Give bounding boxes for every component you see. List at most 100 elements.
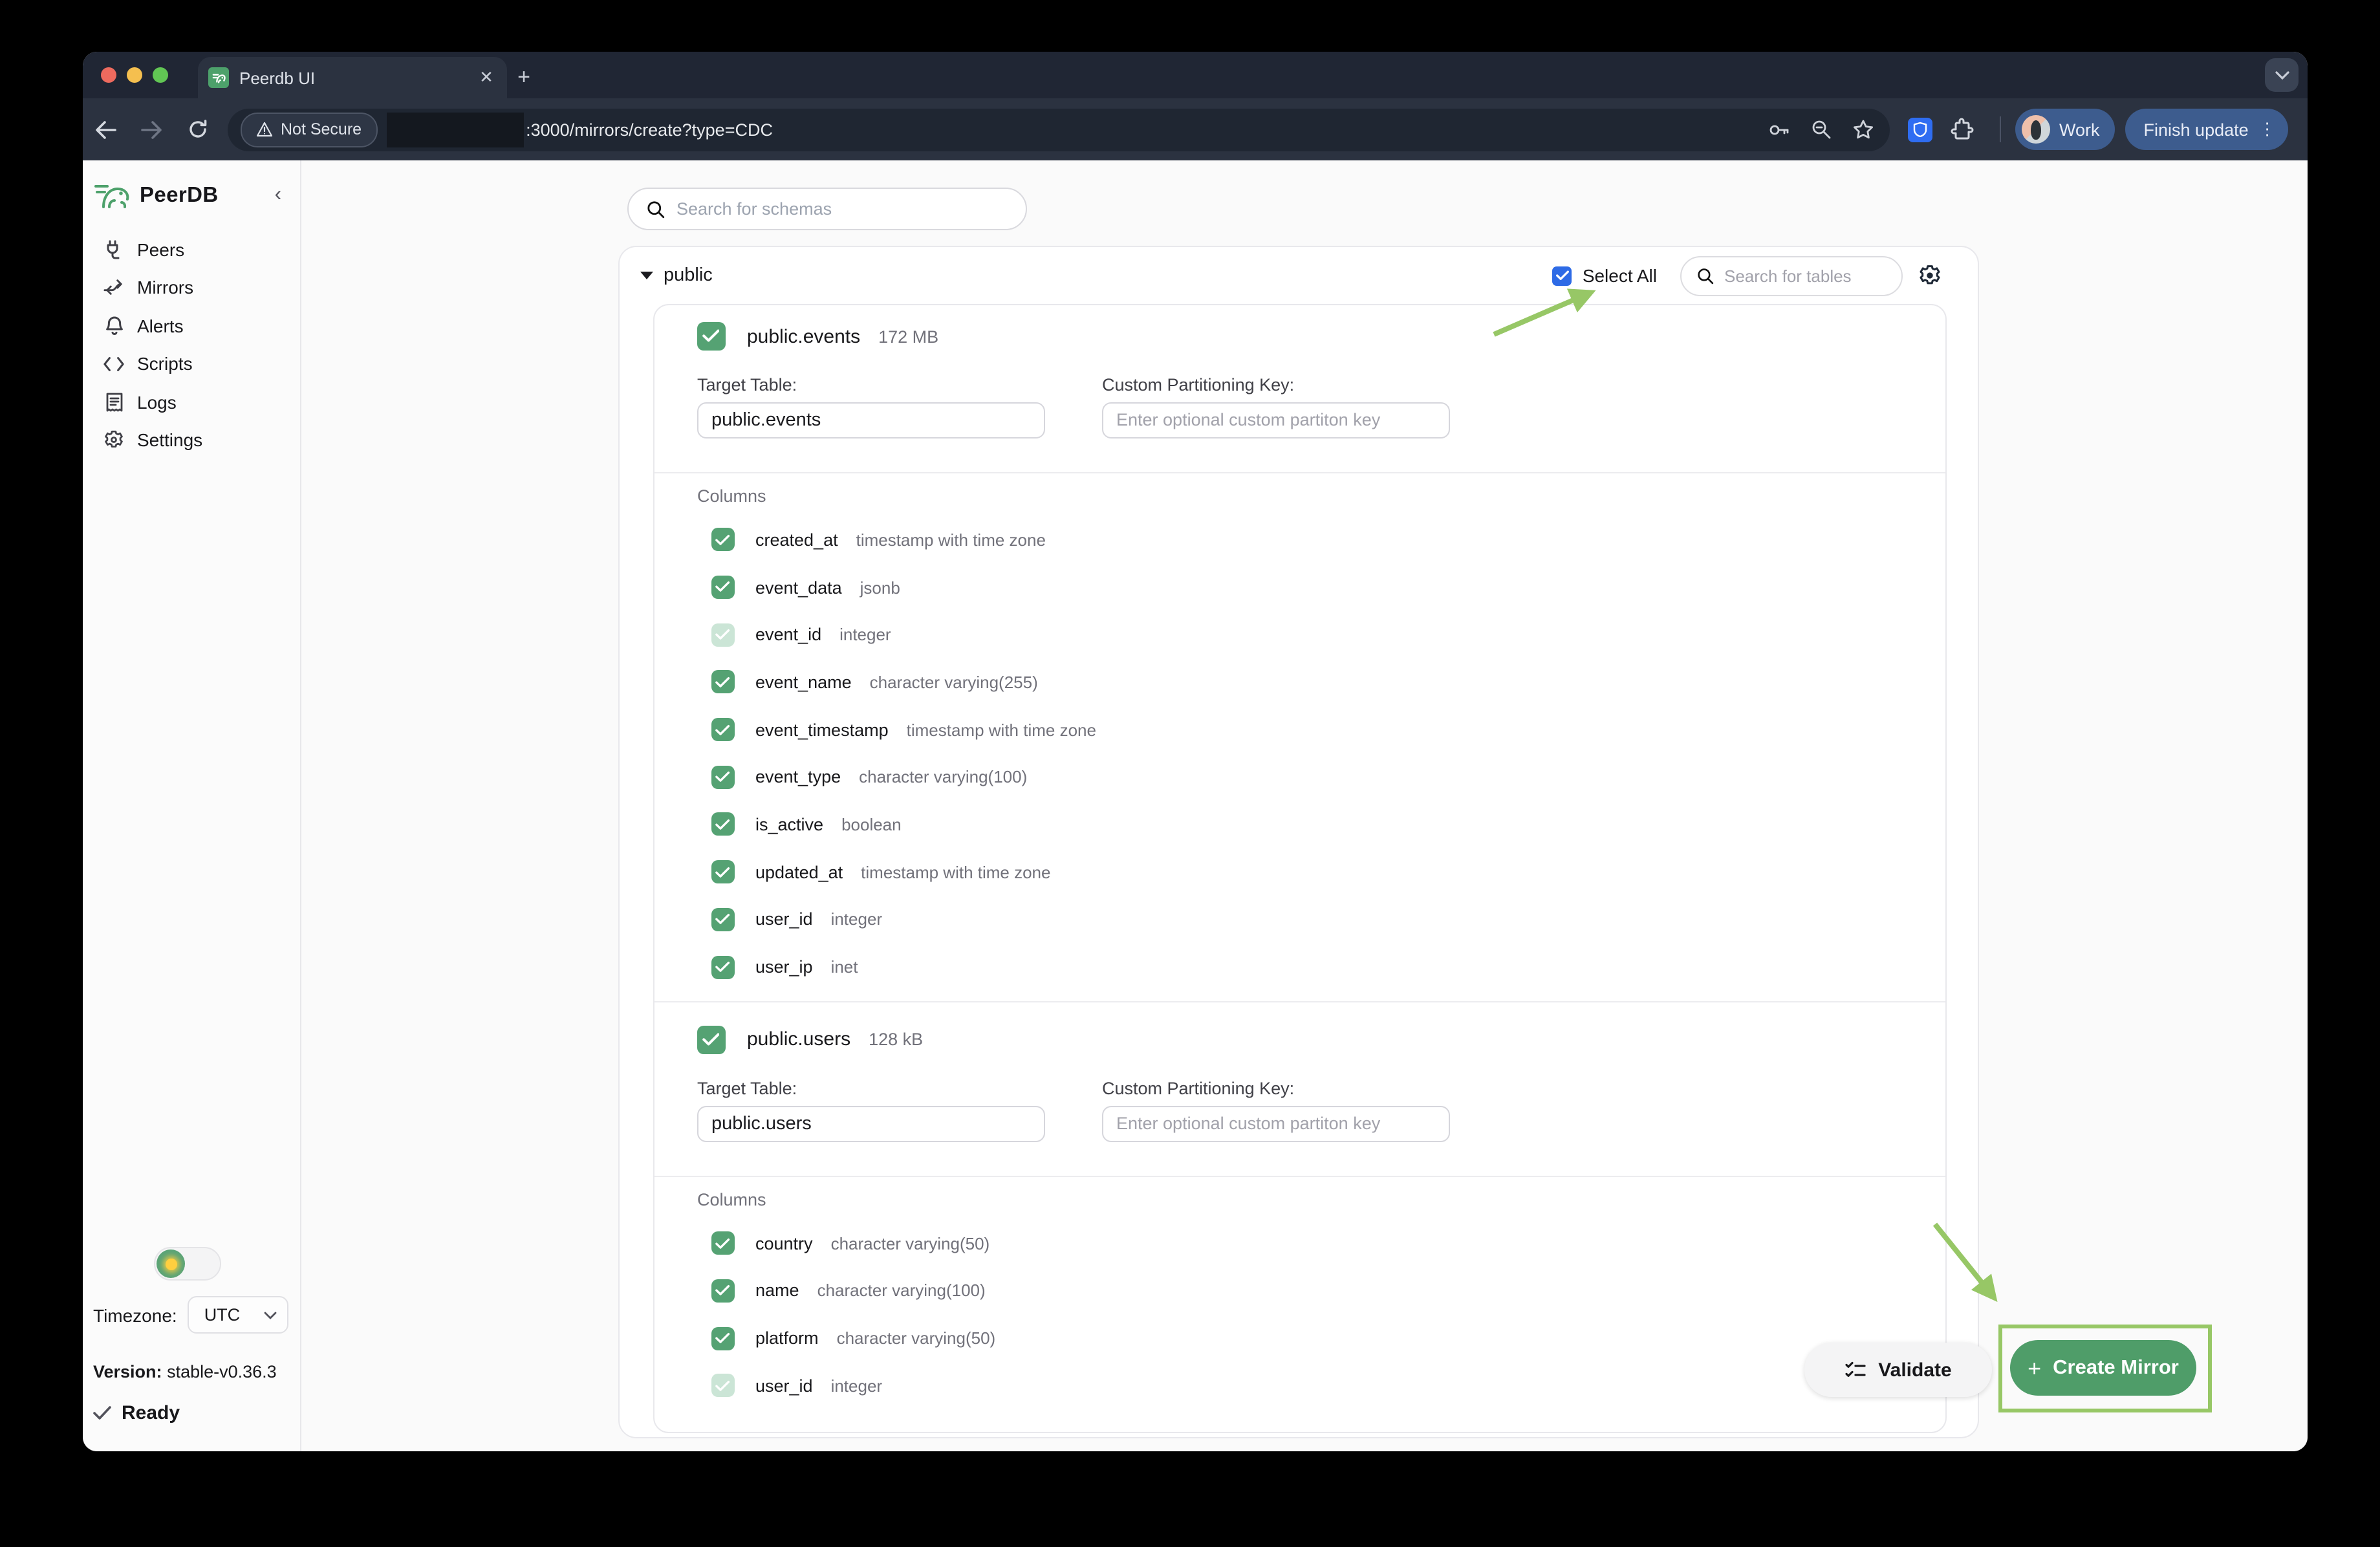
finish-update-label: Finish update	[2144, 120, 2249, 139]
column-row: event_idinteger	[654, 611, 1945, 658]
main-content: Search for schemas public Select All	[301, 160, 2308, 1451]
target-table-input[interactable]	[697, 1106, 1045, 1142]
table-fields-row: Target Table: Custom Partitioning Key:	[654, 375, 1945, 438]
schema-search-input[interactable]: Search for schemas	[627, 188, 1027, 230]
sidebar-item-mirrors[interactable]: Mirrors	[83, 268, 300, 307]
sidebar-item-settings[interactable]: Settings	[83, 421, 300, 459]
password-key-icon[interactable]	[1768, 118, 1790, 140]
column-checkbox[interactable]	[711, 1231, 735, 1255]
sidebar-item-peers[interactable]: Peers	[83, 230, 300, 268]
column-checkbox[interactable]	[711, 955, 735, 979]
column-type: character varying(100)	[859, 768, 1027, 787]
sun-icon	[165, 1258, 177, 1270]
sidebar-item-logs[interactable]: Logs	[83, 383, 300, 421]
reload-button[interactable]	[178, 110, 217, 149]
forward-button[interactable]	[132, 110, 171, 149]
target-table-input[interactable]	[697, 402, 1045, 438]
section-divider	[654, 1001, 1945, 1002]
tab-title: Peerdb UI	[239, 68, 466, 87]
zoom-window-button[interactable]	[153, 67, 168, 83]
browser-menu-kebab-icon[interactable]: ⋮	[2259, 123, 2276, 136]
fields-columns-divider	[654, 472, 1945, 473]
column-checkbox[interactable]	[711, 528, 735, 552]
new-tab-button[interactable]: +	[510, 63, 538, 92]
url-text: :3000/mirrors/create?type=CDC	[526, 120, 1768, 139]
column-row: is_activeboolean	[654, 801, 1945, 848]
partition-key-input[interactable]	[1102, 402, 1450, 438]
table-settings-gear-icon[interactable]	[1918, 264, 1942, 287]
bitwarden-extension-icon[interactable]	[1908, 117, 1932, 142]
table-name: public.users	[747, 1029, 850, 1051]
column-name: event_name	[755, 673, 852, 692]
column-row: event_timestamptimestamp with time zone	[654, 706, 1945, 753]
column-type: inet	[831, 957, 858, 977]
sidebar-item-scripts[interactable]: Scripts	[83, 345, 300, 383]
table-search-placeholder: Search for tables	[1724, 266, 1852, 285]
table-checkbox[interactable]	[697, 1026, 725, 1054]
column-type: integer	[839, 625, 891, 644]
partition-key-input[interactable]	[1102, 1106, 1450, 1142]
column-row: platformcharacter varying(50)	[654, 1315, 1945, 1362]
address-bar[interactable]: Not Secure :3000/mirrors/create?type=CDC	[228, 108, 1890, 151]
columns-list: created_attimestamp with time zone event_…	[654, 516, 1945, 991]
code-icon	[103, 354, 124, 374]
bookmark-star-icon[interactable]	[1852, 118, 1874, 140]
column-checkbox[interactable]	[711, 718, 735, 741]
timezone-label: Timezone:	[93, 1304, 177, 1325]
caret-down-icon[interactable]	[640, 272, 653, 279]
column-type: timestamp with time zone	[861, 862, 1050, 882]
browser-tab[interactable]: Peerdb UI ✕	[198, 57, 507, 98]
browser-tab-strip: Peerdb UI ✕ +	[83, 52, 2308, 98]
column-checkbox[interactable]	[711, 1279, 735, 1303]
sidebar-collapse-button[interactable]: ‹	[266, 184, 290, 207]
column-checkbox[interactable]	[711, 908, 735, 931]
column-checkbox[interactable]	[711, 860, 735, 883]
timezone-select[interactable]: UTC	[188, 1296, 288, 1334]
select-all-label: Select All	[1583, 265, 1657, 286]
table-row-header: public.events172 MB	[654, 313, 1945, 360]
sidebar-item-label: Settings	[137, 430, 202, 451]
back-button[interactable]	[85, 110, 124, 149]
column-name: is_active	[755, 815, 823, 834]
column-type: character varying(50)	[837, 1328, 996, 1348]
column-checkbox[interactable]	[711, 623, 735, 646]
table-checkbox[interactable]	[697, 323, 725, 351]
finish-update-button[interactable]: Finish update ⋮	[2126, 109, 2289, 150]
screenshot-stage: Peerdb UI ✕ +	[0, 0, 2380, 1547]
plug-icon	[103, 239, 124, 260]
column-row: created_attimestamp with time zone	[654, 516, 1945, 563]
column-checkbox[interactable]	[711, 1326, 735, 1350]
column-checkbox[interactable]	[711, 813, 735, 836]
zoom-icon[interactable]	[1811, 118, 1832, 140]
table-row-header: public.users128 kB	[654, 1017, 1945, 1063]
column-type: integer	[831, 910, 883, 929]
column-name: country	[755, 1233, 813, 1253]
close-tab-icon[interactable]: ✕	[476, 67, 497, 88]
close-window-button[interactable]	[101, 67, 116, 83]
peerdb-logo	[93, 176, 132, 215]
column-checkbox[interactable]	[711, 671, 735, 694]
column-row: user_idinteger	[654, 1362, 1945, 1409]
column-type: integer	[831, 1376, 883, 1396]
column-type: timestamp with time zone	[856, 530, 1046, 550]
bell-icon	[103, 316, 124, 336]
target-table-field: Target Table:	[697, 375, 1045, 438]
validate-button[interactable]: Validate	[1804, 1343, 1992, 1397]
theme-toggle[interactable]	[154, 1247, 221, 1281]
not-secure-chip[interactable]: Not Secure	[241, 112, 377, 147]
browser-toolbar: Not Secure :3000/mirrors/create?type=CDC	[83, 98, 2308, 160]
column-checkbox[interactable]	[711, 766, 735, 789]
minimize-window-button[interactable]	[127, 67, 142, 83]
partition-key-field: Custom Partitioning Key:	[1102, 375, 1450, 438]
sidebar-item-alerts[interactable]: Alerts	[83, 307, 300, 345]
column-checkbox[interactable]	[711, 576, 735, 599]
select-all-checkbox[interactable]	[1553, 266, 1572, 285]
schema-name: public	[664, 265, 713, 286]
browser-profile-button[interactable]: Work	[2015, 109, 2115, 150]
partition-key-field: Custom Partitioning Key:	[1102, 1079, 1450, 1142]
tab-search-button[interactable]	[2265, 58, 2299, 92]
table-search-input[interactable]: Search for tables	[1680, 255, 1903, 296]
extensions-puzzle-icon[interactable]	[1951, 118, 1974, 141]
partition-key-label: Custom Partitioning Key:	[1102, 1079, 1450, 1098]
column-checkbox[interactable]	[711, 1374, 735, 1398]
